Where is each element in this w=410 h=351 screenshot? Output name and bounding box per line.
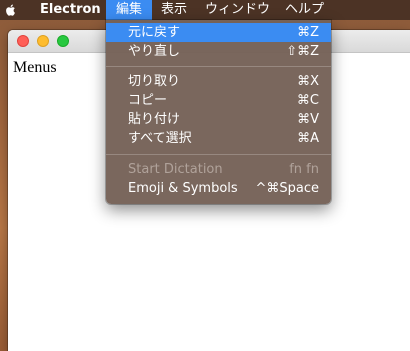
menu-item-start-dictation: Start Dictation fn fn [106,160,331,179]
menu-item-copy[interactable]: コピー ⌘C [106,91,331,110]
menu-help[interactable]: ヘルプ [279,0,330,20]
menu-item-shortcut: ⌘A [297,131,319,146]
menu-edit[interactable]: 編集 [106,0,152,20]
window-zoom-button[interactable] [57,35,69,47]
menu-item-shortcut: ⇧⌘Z [286,44,319,59]
app-menu-electron[interactable]: Electron [34,0,107,20]
menu-item-label: 貼り付け [128,112,181,127]
menu-window[interactable]: ウィンドウ [199,0,276,20]
menu-item-label: Start Dictation [128,162,223,177]
menu-item-select-all[interactable]: すべて選択 ⌘A [106,129,331,148]
menu-item-label: 元に戻す [128,25,181,40]
menu-item-redo[interactable]: やり直し ⇧⌘Z [106,42,331,61]
menu-item-undo[interactable]: 元に戻す ⌘Z [106,23,331,42]
menu-item-paste[interactable]: 貼り付け ⌘V [106,110,331,129]
menu-view[interactable]: 表示 [155,0,193,20]
menu-item-emoji-symbols[interactable]: Emoji & Symbols ^⌘Space [106,179,331,198]
window-minimize-button[interactable] [37,35,49,47]
menu-item-label: 切り取り [128,74,181,89]
menu-item-label: やり直し [128,44,181,59]
edit-menu-dropdown: 元に戻す ⌘Z やり直し ⇧⌘Z 切り取り ⌘X コピー ⌘C 貼り付け ⌘V … [106,20,331,204]
apple-logo-icon [6,4,15,16]
menu-item-shortcut: ⌘Z [297,25,319,40]
menu-bar: Electron 編集 表示 ウィンドウ ヘルプ [0,0,410,20]
apple-menu[interactable] [4,0,20,20]
menu-item-shortcut: ⌘C [296,93,319,108]
window-close-button[interactable] [17,35,29,47]
menu-separator [106,154,331,155]
menu-item-label: コピー [128,93,168,108]
menu-item-cut[interactable]: 切り取り ⌘X [106,72,331,91]
menu-item-shortcut: ⌘X [297,74,319,89]
menu-separator [106,66,331,67]
menu-item-label: Emoji & Symbols [128,181,238,196]
page-text: Menus [13,59,57,76]
menu-item-shortcut: fn fn [289,162,319,177]
menu-item-shortcut: ⌘V [297,112,319,127]
menu-item-label: すべて選択 [128,131,192,146]
menu-item-shortcut: ^⌘Space [255,181,319,196]
